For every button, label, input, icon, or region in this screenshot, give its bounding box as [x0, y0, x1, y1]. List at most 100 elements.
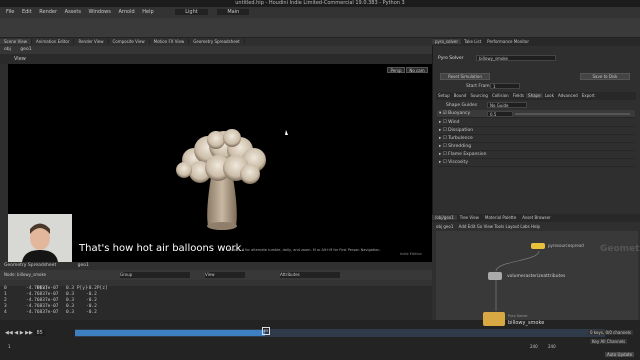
mode-select[interactable]: Main: [217, 9, 250, 15]
tab-take-list[interactable]: Take List: [461, 39, 484, 44]
folder-shredding[interactable]: ▸ ☐ Shredding: [437, 143, 635, 151]
menu-help[interactable]: Help: [142, 9, 153, 15]
tab-export[interactable]: Export: [580, 93, 597, 98]
timeline-panel: [0, 320, 640, 360]
spreadsheet-path[interactable]: geo1: [78, 263, 89, 268]
folder-flame-expansion[interactable]: ▸ ☐ Flame Expansion: [437, 151, 635, 159]
tab-look[interactable]: Look: [543, 93, 556, 98]
spreadsheet-header: Geometry Spreadsheet geo1: [0, 262, 432, 270]
start-frame-label: Start Frame: [466, 84, 493, 89]
param-tabs: Setup Bound Sourcing Collision Fields Shape Lo…: [436, 92, 636, 100]
tab-pyro-solver[interactable]: pyro_solver: [432, 39, 462, 44]
node-label-pyrosourcespread: pyrosourcespread: [548, 243, 584, 248]
menu-render[interactable]: Render: [39, 9, 57, 15]
auto-update-button[interactable]: Auto Update: [605, 352, 635, 357]
node-volumerasterizeattributes[interactable]: [488, 272, 502, 280]
tab-material-palette[interactable]: Material Palette: [482, 215, 519, 220]
tab-motion-fx[interactable]: Motion FX View: [149, 39, 190, 44]
net-menu-go[interactable]: Go: [477, 224, 483, 229]
path-bar: obj geo1: [0, 46, 432, 54]
net-menu-add[interactable]: Add: [459, 224, 467, 229]
tab-setup[interactable]: Setup: [436, 93, 452, 98]
buoyancy-slider[interactable]: [515, 113, 630, 115]
menu-windows[interactable]: Windows: [89, 9, 111, 15]
tab-network[interactable]: /obj/geo1: [432, 215, 457, 220]
tab-composite-view[interactable]: Composite View: [108, 39, 150, 44]
spreadsheet-table[interactable]: P[x] P[y] P[z] 0 -4.76837e-07 0.3 -0.2 1 -4.76…: [0, 280, 432, 320]
path-node[interactable]: geo1: [20, 47, 31, 52]
viewport-left-toolbar[interactable]: [0, 64, 8, 262]
folder-turbulence[interactable]: ▸ ☐ Turbulence: [437, 135, 635, 143]
tab-shape[interactable]: Shape: [526, 93, 543, 98]
reset-simulation-button[interactable]: Reset Simulation: [440, 73, 490, 80]
tab-render-view[interactable]: Render View: [74, 39, 109, 44]
end-frame-field-2[interactable]: 240: [548, 344, 556, 349]
menu-file[interactable]: File: [6, 9, 14, 15]
menu-arnold[interactable]: Arnold: [118, 9, 134, 15]
net-menu-view[interactable]: View: [484, 224, 494, 229]
network-path-node[interactable]: geo1: [443, 224, 453, 229]
network-tabs: /obj/geo1 Tree View Material Palette Asset …: [432, 214, 640, 222]
node-billowy-smoke[interactable]: [483, 312, 505, 326]
start-frame-field[interactable]: 1: [8, 344, 11, 349]
tab-bound[interactable]: Bound: [452, 93, 469, 98]
camera-menu-persp[interactable]: Persp: [387, 67, 405, 73]
tab-animation-editor[interactable]: Animation Editor: [31, 39, 75, 44]
table-row[interactable]: 4 -4.76837e-07 0.3 -0.2: [0, 310, 432, 316]
tab-geometry-spreadsheet[interactable]: Geometry Spreadsheet: [189, 39, 245, 44]
spreadsheet-node-label: Node: billowy_smoke: [4, 272, 47, 277]
group-field[interactable]: Group: [120, 272, 190, 278]
node-type-label: Pyro Solver: [438, 56, 464, 61]
folder-buoyancy[interactable]: ▾ ☑ Buoyancy 0.5: [437, 110, 635, 118]
camera-menu-nocam[interactable]: No cam: [406, 67, 428, 73]
tab-collision[interactable]: Collision: [490, 93, 511, 98]
net-menu-help[interactable]: Help: [531, 224, 540, 229]
webcam-overlay: [8, 214, 72, 262]
key-all-channels[interactable]: Key All Channels: [590, 339, 628, 344]
folder-viscosity[interactable]: ▸ ☐ Viscosity: [437, 159, 635, 167]
net-menu-layout[interactable]: Layout: [505, 224, 519, 229]
viewport-header: View: [0, 54, 432, 64]
tab-scene-view[interactable]: Scene View: [0, 39, 32, 44]
menu-assets[interactable]: Assets: [65, 9, 81, 15]
shape-guides-menu[interactable]: No Guide: [487, 102, 527, 108]
shelf-toolbar: [0, 18, 640, 38]
spreadsheet-tab[interactable]: Geometry Spreadsheet: [4, 263, 56, 268]
tab-advanced[interactable]: Advanced: [556, 93, 580, 98]
tab-performance-monitor[interactable]: Performance Monitor: [484, 39, 532, 44]
frame-field[interactable]: 85: [34, 330, 45, 336]
network-menu: obj geo1 Add Edit Go View Tools Layout L…: [436, 223, 636, 231]
network-context-label: Geometry: [600, 244, 640, 254]
end-frame-field[interactable]: 240: [530, 344, 538, 349]
buoyancy-field[interactable]: 0.5: [487, 111, 513, 117]
tab-fields[interactable]: Fields: [511, 93, 526, 98]
attributes-field[interactable]: Attributes: [280, 272, 340, 278]
indie-watermark: Indie Edition: [400, 252, 422, 256]
tab-asset-browser[interactable]: Asset Browser: [519, 215, 553, 220]
net-menu-tools[interactable]: Tools: [494, 224, 504, 229]
left-pane-tabs: Scene View Animation Editor Render View Com…: [0, 38, 432, 46]
folder-wind[interactable]: ▸ ☐ Wind: [437, 119, 635, 127]
net-menu-edit[interactable]: Edit: [468, 224, 476, 229]
start-frame-field[interactable]: 1: [490, 83, 520, 89]
network-path-obj[interactable]: obj: [436, 224, 442, 229]
spreadsheet-toolbar: Node: billowy_smoke Group View Attribute…: [0, 270, 432, 280]
tab-tree-view[interactable]: Tree View: [457, 215, 482, 220]
menu-edit[interactable]: Edit: [22, 9, 32, 15]
save-to-disk-button[interactable]: Save to Disk: [580, 73, 630, 80]
net-menu-labs[interactable]: Labs: [520, 224, 529, 229]
desktop-select[interactable]: Light: [175, 9, 208, 15]
folder-dissipation[interactable]: ▸ ☐ Dissipation: [437, 127, 635, 135]
view-label: View: [14, 56, 26, 62]
timeline-cursor[interactable]: 85: [262, 327, 270, 335]
path-obj[interactable]: obj: [4, 47, 11, 52]
video-subtitle: That's how hot air balloons work.: [79, 243, 245, 254]
node-pyrosourcespread[interactable]: [531, 243, 545, 249]
node-type-pyro-solver: Pyro Solver: [508, 314, 528, 318]
menu-bar: File Edit Render Assets Windows Arnold H…: [0, 7, 640, 18]
view-field[interactable]: View: [205, 272, 245, 278]
tab-sourcing[interactable]: Sourcing: [468, 93, 489, 98]
timeline-cache-fill: [75, 330, 265, 336]
playback-controls[interactable]: ◀◀ ◀ ▶ ▶▶ 85: [5, 329, 65, 337]
node-name-field[interactable]: billowy_smoke: [476, 55, 556, 61]
